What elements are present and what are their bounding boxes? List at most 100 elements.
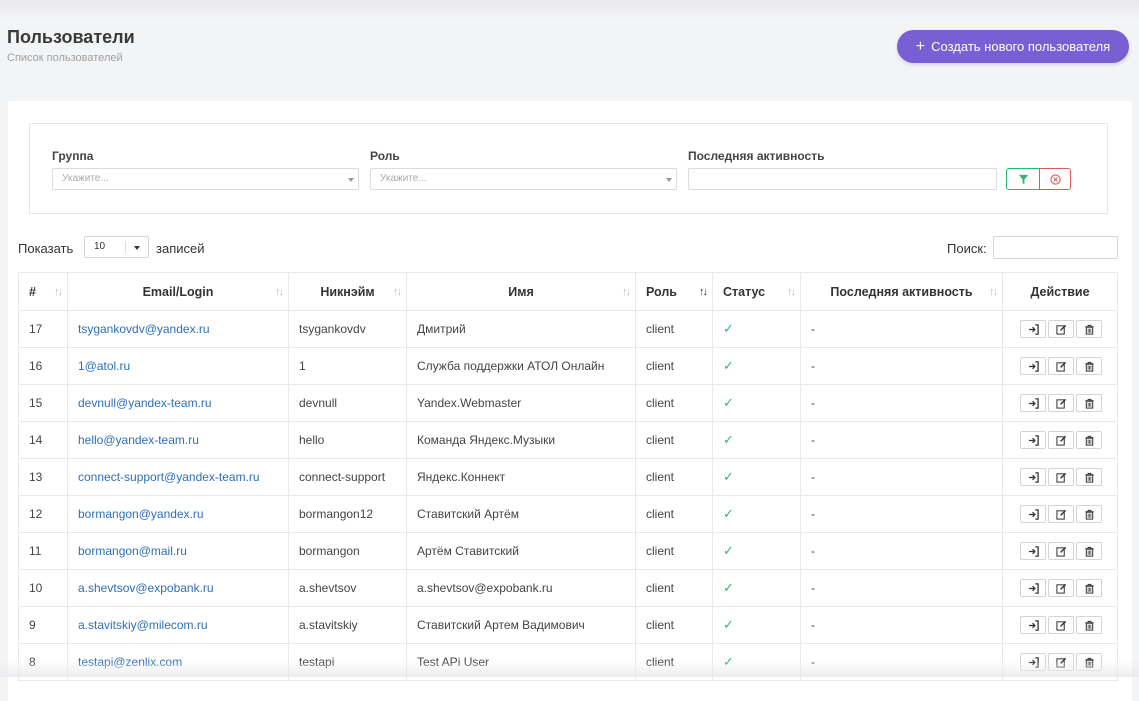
filter-icon [1018,174,1028,184]
delete-user-button[interactable] [1076,505,1102,523]
login-as-user-button[interactable] [1020,505,1046,523]
user-email-link[interactable]: a.stavitskiy@milecom.ru [78,618,208,632]
column-header-id[interactable]: # ↑↓ [18,272,68,311]
cell-email[interactable]: a.stavitskiy@milecom.ru [67,606,289,644]
user-email-link[interactable]: 1@atol.ru [78,359,130,373]
cell-status: ✓ [712,643,801,681]
user-email-link[interactable]: bormangon@yandex.ru [78,507,204,521]
cell-actions [1002,532,1118,570]
row-actions [1013,653,1107,671]
delete-user-button[interactable] [1076,431,1102,449]
cell-id: 11 [18,532,68,570]
delete-user-button[interactable] [1076,542,1102,560]
cell-email[interactable]: tsygankovdv@yandex.ru [67,310,289,348]
login-as-user-button[interactable] [1020,357,1046,375]
top-fade [0,0,1139,20]
clear-circle-icon [1049,173,1061,185]
group-filter-select[interactable]: Укажите... [52,168,359,190]
cell-email[interactable]: devnull@yandex-team.ru [67,384,289,422]
cell-actions [1002,495,1118,533]
login-as-user-button[interactable] [1020,579,1046,597]
column-header-email[interactable]: Email/Login ↑↓ [67,272,289,311]
clear-filter-button[interactable] [1039,168,1071,190]
user-email-link[interactable]: devnull@yandex-team.ru [78,396,212,410]
check-icon: ✓ [723,432,734,447]
delete-user-button[interactable] [1076,653,1102,671]
cell-status: ✓ [712,532,801,570]
cell-id: 16 [18,347,68,385]
check-icon: ✓ [723,617,734,632]
cell-status: ✓ [712,569,801,607]
delete-user-button[interactable] [1076,394,1102,412]
activity-filter-input[interactable] [688,168,997,190]
trash-icon [1084,546,1094,557]
login-as-user-button[interactable] [1020,394,1046,412]
login-icon [1028,323,1039,335]
cell-email[interactable]: 1@atol.ru [67,347,289,385]
cell-email[interactable]: bormangon@yandex.ru [67,495,289,533]
delete-user-button[interactable] [1076,616,1102,634]
cell-email[interactable]: a.shevtsov@expobank.ru [67,569,289,607]
login-as-user-button[interactable] [1020,542,1046,560]
user-email-link[interactable]: hello@yandex-team.ru [78,433,199,447]
edit-icon [1055,620,1066,631]
user-email-link[interactable]: bormangon@mail.ru [78,544,187,558]
user-email-link[interactable]: a.shevtsov@expobank.ru [78,581,214,595]
edit-user-button[interactable] [1048,394,1074,412]
cell-email[interactable]: testapi@zenlix.com [67,643,289,681]
column-header-status[interactable]: Статус ↑↓ [712,272,801,311]
sort-icon: ↑↓ [54,286,63,298]
login-as-user-button[interactable] [1020,468,1046,486]
cell-actions [1002,384,1118,422]
column-header-last-activity[interactable]: Последняя активность ↑↓ [800,272,1003,311]
cell-nickname: a.shevtsov [288,569,407,607]
column-header-name[interactable]: Имя ↑↓ [406,272,636,311]
column-header-nickname[interactable]: Никнэйм ↑↓ [288,272,407,311]
create-user-button[interactable]: + Создать нового пользователя [897,30,1129,63]
edit-user-button[interactable] [1048,579,1074,597]
cell-last-activity: - [800,458,1003,496]
login-as-user-button[interactable] [1020,616,1046,634]
cell-status: ✓ [712,310,801,348]
login-as-user-button[interactable] [1020,431,1046,449]
cell-email[interactable]: connect-support@yandex-team.ru [67,458,289,496]
check-icon: ✓ [723,654,734,669]
edit-user-button[interactable] [1048,468,1074,486]
delete-user-button[interactable] [1076,579,1102,597]
trash-icon [1084,620,1094,631]
cell-last-activity: - [800,606,1003,644]
edit-user-button[interactable] [1048,616,1074,634]
user-email-link[interactable]: tsygankovdv@yandex.ru [78,322,210,336]
edit-icon [1055,324,1066,335]
column-header-role[interactable]: Роль ↑↓ [635,272,713,311]
apply-filter-button[interactable] [1006,168,1040,190]
page-size-select[interactable]: 10 [84,236,149,258]
login-as-user-button[interactable] [1020,653,1046,671]
cell-email[interactable]: hello@yandex-team.ru [67,421,289,459]
trash-icon [1084,472,1094,483]
edit-user-button[interactable] [1048,431,1074,449]
delete-user-button[interactable] [1076,468,1102,486]
cell-name: Yandex.Webmaster [406,384,636,422]
role-filter-select[interactable]: Укажите... [370,168,677,190]
edit-user-button[interactable] [1048,542,1074,560]
user-email-link[interactable]: connect-support@yandex-team.ru [78,470,260,484]
edit-user-button[interactable] [1048,320,1074,338]
cell-id: 9 [18,606,68,644]
login-as-user-button[interactable] [1020,320,1046,338]
plus-icon: + [915,37,926,55]
edit-user-button[interactable] [1048,653,1074,671]
cell-name: Служба поддержки АТОЛ Онлайн [406,347,636,385]
delete-user-button[interactable] [1076,320,1102,338]
cell-role: client [635,421,713,459]
row-actions [1013,320,1107,338]
delete-user-button[interactable] [1076,357,1102,375]
cell-email[interactable]: bormangon@mail.ru [67,532,289,570]
edit-icon [1055,435,1066,446]
edit-user-button[interactable] [1048,505,1074,523]
table-row: 10 a.shevtsov@expobank.ru a.shevtsov a.shev… [18,569,1118,607]
user-email-link[interactable]: testapi@zenlix.com [78,655,182,669]
cell-name: Команда Яндекс.Музыки [406,421,636,459]
search-input[interactable] [993,236,1118,259]
edit-user-button[interactable] [1048,357,1074,375]
